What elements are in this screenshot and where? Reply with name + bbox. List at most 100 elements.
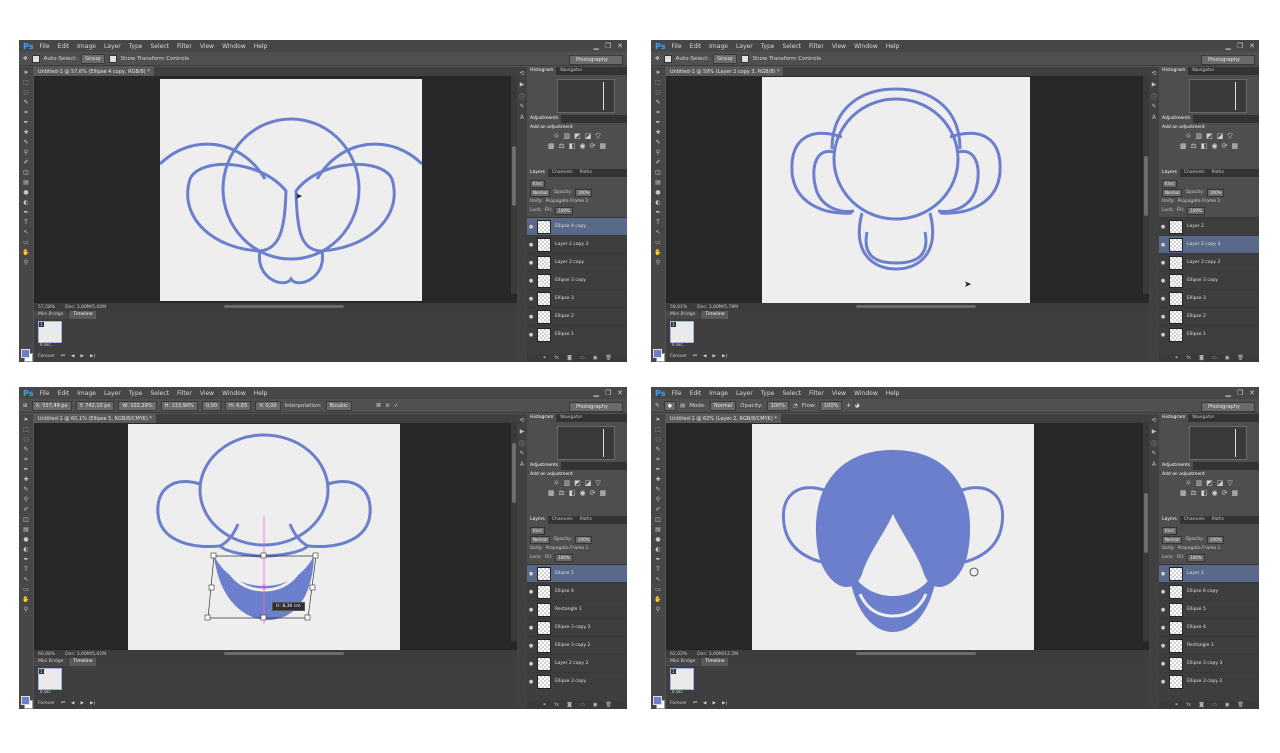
path-select-icon[interactable]: ↖ (653, 228, 663, 237)
canvas[interactable]: ➤ (762, 77, 1030, 303)
pen-tool-icon[interactable]: ✒ (653, 555, 663, 564)
eye-icon[interactable]: ● (527, 643, 535, 649)
brightness-icon[interactable]: ☼ (553, 132, 559, 140)
layer-row[interactable]: ● Ellipse 5 (527, 564, 627, 582)
move-tool-icon[interactable]: ✥ (655, 56, 660, 62)
brush-tool-icon[interactable]: ✎ (653, 138, 663, 147)
document-tab[interactable]: Untitled-1 @ 62% (Layer 2, RGB/8/CMYK) * (666, 414, 781, 423)
vibrance-icon[interactable]: ▽ (595, 132, 600, 140)
brush-opacity-input[interactable]: 100% (766, 400, 790, 411)
stamp-tool-icon[interactable]: ⚲ (653, 148, 663, 157)
tab-mini-bridge[interactable]: Mini Bridge (34, 658, 68, 666)
play-icon[interactable]: ▶ (713, 701, 716, 706)
zoom-level[interactable]: 57,58% (38, 305, 55, 310)
quick-select-icon[interactable]: ✎ (653, 98, 663, 107)
tab-adjustments[interactable]: Adjustments (1159, 462, 1194, 470)
blend-mode-select[interactable]: Normal (1162, 535, 1183, 544)
group-select[interactable]: Group (713, 53, 737, 64)
horizontal-scrollbar[interactable] (224, 305, 344, 308)
new-layer-icon[interactable]: ▣ (1225, 355, 1230, 361)
fx-icon[interactable]: fx (554, 702, 559, 708)
shape-tool-icon[interactable]: ▭ (653, 585, 663, 594)
kind-filter[interactable]: Kind (1162, 526, 1177, 535)
airbrush-icon[interactable]: ✈ (846, 403, 851, 409)
crop-tool-icon[interactable]: ⌗ (653, 455, 663, 464)
menu-type[interactable]: Type (761, 43, 775, 50)
eraser-tool-icon[interactable]: ◫ (21, 515, 31, 524)
frame-delay[interactable]: 0 sec. (40, 342, 52, 347)
auto-select-checkbox[interactable] (31, 54, 40, 63)
fill-input[interactable]: 100% (555, 206, 573, 215)
layer-row[interactable]: ● Ellipse 1 (1159, 325, 1259, 343)
layer-row[interactable]: ● Ellipse 4 (527, 582, 627, 600)
type-tool-icon[interactable]: T (653, 218, 663, 227)
menu-window[interactable]: Window (854, 390, 878, 397)
close-icon[interactable]: ✕ (1249, 42, 1255, 50)
horizontal-scrollbar[interactable] (224, 652, 344, 655)
lookup-icon[interactable]: ▦ (599, 489, 606, 497)
menu-image[interactable]: Image (77, 43, 96, 50)
photo-filter-icon[interactable]: ◉ (1211, 142, 1217, 150)
actions-icon[interactable]: ▶ (518, 428, 526, 436)
fill-input[interactable]: 100% (1187, 553, 1205, 562)
hand-tool-icon[interactable]: ✋ (653, 595, 663, 604)
lasso-tool-icon[interactable]: ◌ (21, 435, 31, 444)
blend-mode-select[interactable]: Normal (1162, 188, 1183, 197)
path-select-icon[interactable]: ↖ (653, 575, 663, 584)
levels-icon[interactable]: ▥ (1196, 132, 1203, 140)
link-icon[interactable]: ⚭ (1174, 702, 1178, 708)
mask-icon[interactable]: ◙ (567, 355, 572, 361)
minimize-icon[interactable]: ▁ (593, 389, 598, 397)
commit-transform-icon[interactable]: ✓ (394, 403, 399, 409)
restore-icon[interactable]: ❐ (605, 42, 611, 50)
timeline-frame[interactable]: 1 (670, 668, 694, 690)
exposure-icon[interactable]: ◪ (585, 132, 592, 140)
trash-icon[interactable]: 🗑 (1237, 355, 1243, 361)
mode-select[interactable]: Normal (710, 400, 737, 411)
menu-file[interactable]: File (671, 390, 681, 397)
layer-row[interactable]: ● Layer 2 copy 3 (527, 235, 627, 253)
eye-icon[interactable]: ● (527, 224, 535, 230)
menu-type[interactable]: Type (129, 43, 143, 50)
play-icon[interactable]: ▶ (713, 354, 716, 359)
menu-select[interactable]: Select (150, 390, 169, 397)
info-icon[interactable]: ⓘ (518, 92, 526, 101)
document-tab[interactable]: Untitled-1 @ 57,6% (Ellipse 4 copy, RGB/… (34, 67, 154, 76)
zoom-level[interactable]: 59,01% (670, 305, 687, 310)
eraser-tool-icon[interactable]: ◫ (21, 168, 31, 177)
tab-adjustments[interactable]: Adjustments (527, 115, 562, 123)
history-brush-icon[interactable]: ✐ (653, 158, 663, 167)
next-frame-icon[interactable]: ▶| (722, 701, 727, 706)
character-icon[interactable]: A (1150, 114, 1158, 122)
group-select[interactable]: Group (81, 53, 105, 64)
eye-icon[interactable]: ● (1159, 224, 1167, 230)
propagate-label[interactable]: Propagate Frame 1 (546, 546, 589, 551)
eye-icon[interactable]: ● (527, 332, 535, 338)
new-layer-icon[interactable]: ▣ (593, 702, 598, 708)
eraser-tool-icon[interactable]: ◫ (653, 168, 663, 177)
horizontal-scrollbar[interactable] (856, 652, 976, 655)
lasso-tool-icon[interactable]: ◌ (21, 88, 31, 97)
mask-icon[interactable]: ◙ (567, 702, 572, 708)
restore-icon[interactable]: ❐ (605, 389, 611, 397)
mixer-icon[interactable]: ⟳ (590, 142, 596, 150)
layer-row[interactable]: ● Ellipse 6 copy (1159, 582, 1259, 600)
close-icon[interactable]: ✕ (617, 389, 623, 397)
brush-tool-icon[interactable]: ✎ (655, 403, 660, 409)
eye-icon[interactable]: ● (527, 661, 535, 667)
menu-file[interactable]: File (39, 43, 49, 50)
tab-timeline[interactable]: Timeline (69, 311, 97, 319)
eyedropper-icon[interactable]: ✒ (653, 118, 663, 127)
mask-icon[interactable]: ◙ (1199, 702, 1204, 708)
restore-icon[interactable]: ❐ (1237, 389, 1243, 397)
bw-icon[interactable]: ◧ (1201, 489, 1208, 497)
play-icon[interactable]: ▶ (81, 701, 84, 706)
stamp-tool-icon[interactable]: ⚲ (21, 148, 31, 157)
blend-mode-select[interactable]: Normal (530, 188, 551, 197)
eye-icon[interactable]: ● (527, 679, 535, 685)
dodge-tool-icon[interactable]: ◐ (21, 198, 31, 207)
history-brush-icon[interactable]: ✐ (653, 505, 663, 514)
blur-tool-icon[interactable]: ● (21, 188, 31, 197)
menu-layer[interactable]: Layer (736, 43, 753, 50)
document-tab[interactable]: Untitled-1 @ 59% (Layer 2 copy 3, RGB/8)… (666, 67, 784, 76)
